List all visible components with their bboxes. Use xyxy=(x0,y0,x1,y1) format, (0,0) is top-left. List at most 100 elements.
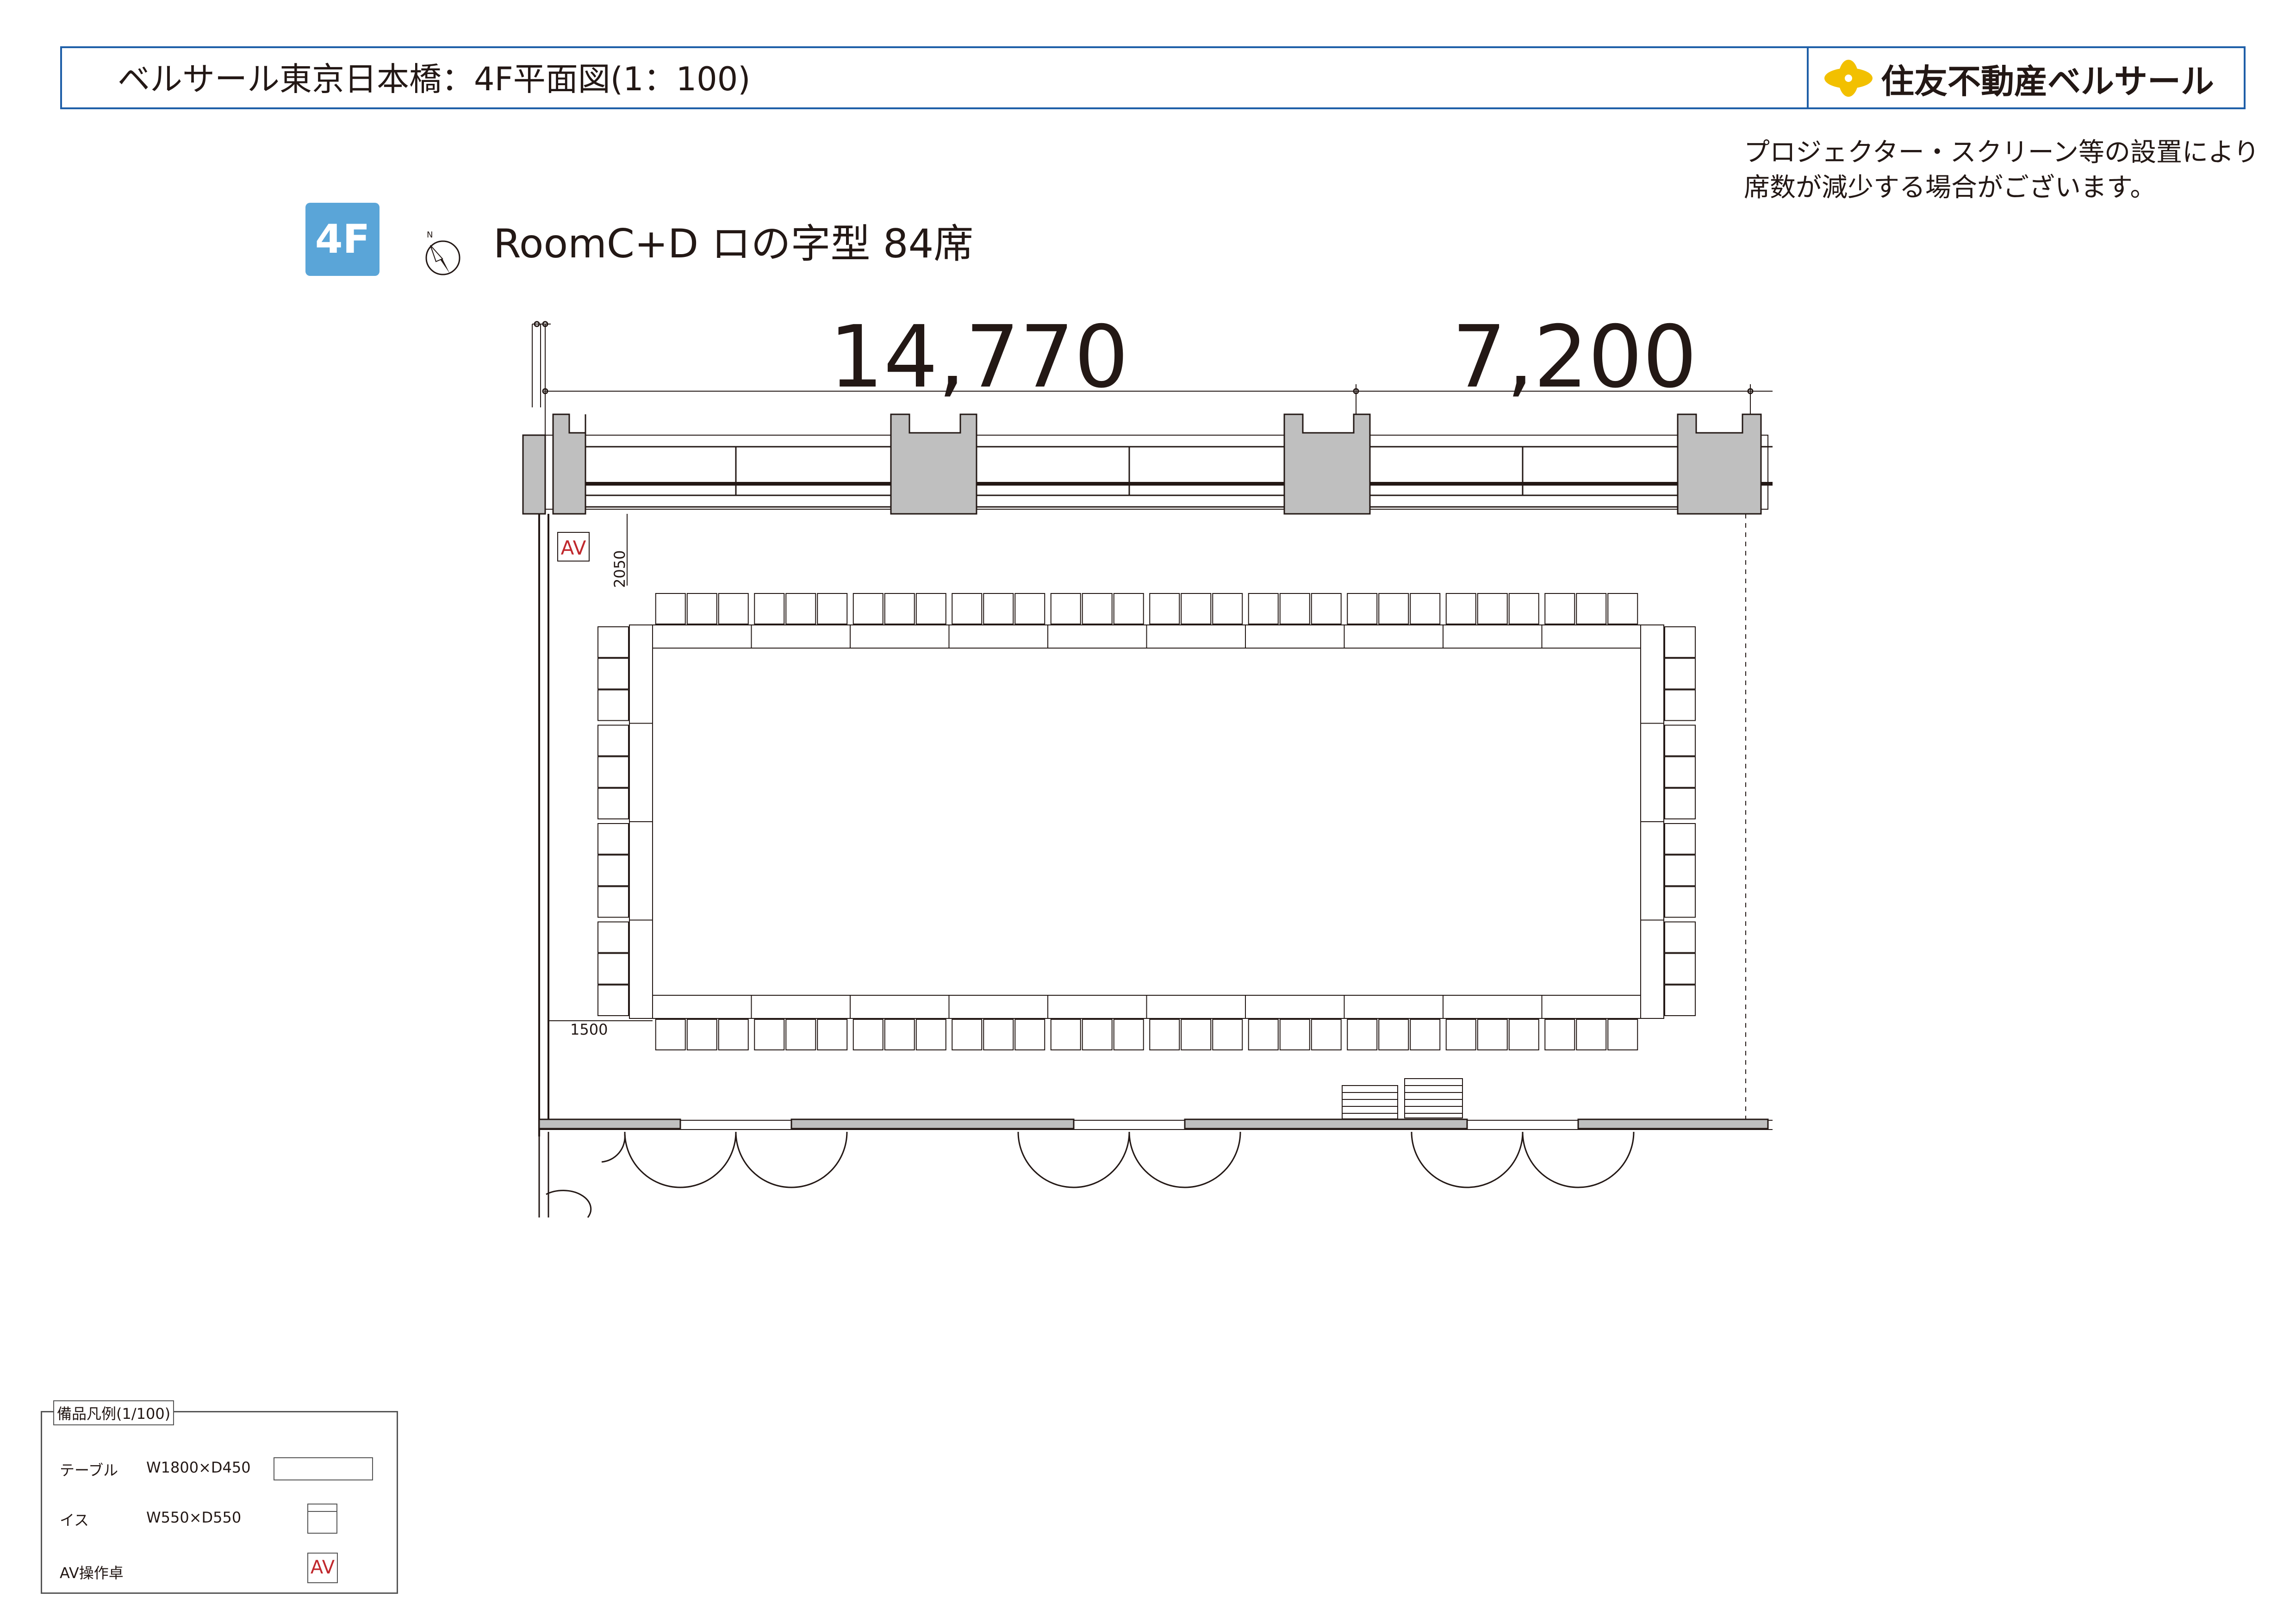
table xyxy=(1443,624,1543,649)
chair xyxy=(597,787,629,820)
chair xyxy=(1410,593,1441,624)
bottom-wall xyxy=(538,1118,1773,1217)
chair xyxy=(983,593,1014,624)
chair xyxy=(1181,593,1212,624)
dimension-2050: 2050 xyxy=(611,550,628,588)
chair xyxy=(686,593,717,624)
table xyxy=(850,995,950,1019)
table xyxy=(1047,624,1147,649)
table xyxy=(1245,995,1345,1019)
chair xyxy=(1508,593,1539,624)
chair xyxy=(1664,756,1696,788)
chair xyxy=(1664,724,1696,756)
chair xyxy=(597,658,629,690)
chair xyxy=(1347,1019,1378,1050)
chair xyxy=(817,1019,848,1050)
legend-chair-name: イス xyxy=(60,1511,89,1529)
chair xyxy=(655,593,686,624)
chair xyxy=(1311,593,1342,624)
stacked-chairs xyxy=(1342,1078,1463,1119)
chair xyxy=(1576,1019,1607,1050)
table xyxy=(850,624,950,649)
chair xyxy=(983,1019,1014,1050)
chair xyxy=(1477,593,1508,624)
table xyxy=(1245,624,1345,649)
table xyxy=(1640,723,1664,822)
chair xyxy=(1664,886,1696,918)
chair xyxy=(915,593,946,624)
chair xyxy=(1113,1019,1144,1050)
table xyxy=(1443,995,1543,1019)
table xyxy=(948,995,1048,1019)
chair xyxy=(1664,787,1696,820)
table xyxy=(1146,624,1246,649)
legend-chair-size: W550×D550 xyxy=(146,1509,242,1526)
table xyxy=(629,821,653,921)
legend-av-name: AV操作卓 xyxy=(60,1564,124,1582)
chair xyxy=(597,886,629,918)
chair xyxy=(597,953,629,985)
dimension-14770: 14,770 xyxy=(829,307,1128,407)
chair xyxy=(1212,1019,1243,1050)
chair xyxy=(1279,1019,1310,1050)
chair xyxy=(597,724,629,756)
legend-title: 備品凡例(1/100) xyxy=(53,1400,174,1425)
chair xyxy=(1149,1019,1180,1050)
table xyxy=(629,624,653,724)
table xyxy=(629,919,653,1019)
chair xyxy=(597,823,629,855)
chair xyxy=(1664,953,1696,985)
legend-table-name: テーブル xyxy=(60,1461,118,1479)
chair xyxy=(597,921,629,953)
chair xyxy=(1082,593,1113,624)
chair xyxy=(1508,1019,1539,1050)
chair xyxy=(1664,984,1696,1016)
chair xyxy=(1248,593,1279,624)
doors xyxy=(546,1131,1635,1218)
chair xyxy=(1248,1019,1279,1050)
legend-table-size: W1800×D450 xyxy=(146,1459,251,1476)
chair xyxy=(1050,1019,1081,1050)
chair xyxy=(884,593,915,624)
chair xyxy=(655,1019,686,1050)
chair xyxy=(1113,593,1144,624)
chair xyxy=(686,1019,717,1050)
chair xyxy=(1664,658,1696,690)
chair xyxy=(1664,689,1696,721)
table xyxy=(1640,821,1664,921)
av-console: AV xyxy=(557,532,590,562)
table xyxy=(1541,995,1641,1019)
table xyxy=(1541,624,1641,649)
chair xyxy=(754,1019,785,1050)
chair xyxy=(718,1019,749,1050)
chair xyxy=(915,1019,946,1050)
chair xyxy=(952,593,983,624)
chair xyxy=(1664,855,1696,886)
chair xyxy=(1378,593,1409,624)
chair xyxy=(785,1019,816,1050)
chair xyxy=(1664,823,1696,855)
av-box-icon: AV xyxy=(307,1553,338,1583)
table xyxy=(652,624,752,649)
chair xyxy=(785,593,816,624)
table-rect-icon xyxy=(274,1457,373,1480)
table xyxy=(1344,995,1444,1019)
table xyxy=(948,624,1048,649)
chair xyxy=(1544,1019,1575,1050)
chair xyxy=(852,1019,884,1050)
chair xyxy=(1181,1019,1212,1050)
dimension-1500: 1500 xyxy=(570,1021,608,1038)
chair xyxy=(852,593,884,624)
seating-layout xyxy=(597,593,1696,1050)
chair xyxy=(718,593,749,624)
chair xyxy=(1544,593,1575,624)
chair xyxy=(1014,593,1045,624)
chair xyxy=(1664,626,1696,658)
chair xyxy=(952,1019,983,1050)
table xyxy=(751,995,851,1019)
av-label: AV xyxy=(561,537,586,559)
chair xyxy=(1212,593,1243,624)
table xyxy=(652,995,752,1019)
chair xyxy=(1082,1019,1113,1050)
chair xyxy=(1347,593,1378,624)
